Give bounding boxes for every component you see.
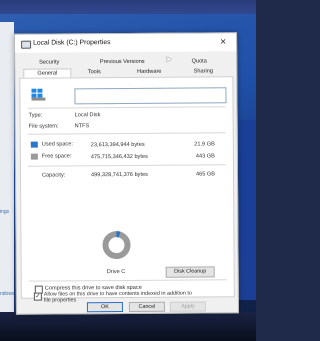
- apply-button[interactable]: Apply: [169, 301, 206, 312]
- free-space-size: 443 GB: [195, 153, 215, 160]
- general-tab-panel: Type: Local Disk File system: NTFS Used …: [19, 76, 235, 299]
- free-space-label: Free space:: [41, 153, 72, 160]
- type-label: Type:: [28, 112, 43, 119]
- divider: [27, 132, 226, 135]
- disk-usage-donut: [102, 231, 131, 260]
- divider: [28, 279, 227, 282]
- type-value: Local Disk: [74, 112, 101, 119]
- drive-name-input[interactable]: [74, 87, 227, 105]
- used-space-size: 21.9 GB: [194, 141, 215, 148]
- window-title: Local Disk (C:) Properties: [33, 39, 111, 47]
- capacity-bytes: 499,328,741,376 bytes: [90, 171, 148, 179]
- background-explorer-window: ings ndows: [0, 22, 14, 340]
- ok-button[interactable]: OK: [86, 302, 123, 313]
- free-space-swatch: [30, 153, 38, 160]
- background-text: ndows: [0, 291, 15, 297]
- index-label-line2: file properties: [43, 297, 77, 304]
- capacity-size: 465 GB: [196, 171, 216, 178]
- tab-sharing[interactable]: Sharing: [181, 67, 225, 76]
- close-button[interactable]: ✕: [218, 37, 228, 47]
- free-space-bytes: 475,715,346,432 bytes: [90, 153, 148, 161]
- tab-previous-versions[interactable]: Previous Versions: [91, 58, 153, 67]
- capacity-label: Capacity:: [41, 172, 66, 179]
- properties-dialog: Local Disk (C:) Properties ✕ ➤ Security …: [14, 32, 239, 315]
- tab-quota[interactable]: Quota: [181, 57, 217, 66]
- used-space-bytes: 23,613,394,944 bytes: [90, 141, 145, 149]
- divider: [27, 106, 226, 109]
- index-checkbox[interactable]: ✓: [33, 292, 42, 301]
- divider: [27, 164, 226, 167]
- monitor-bezel-top: [0, 0, 256, 14]
- disk-cleanup-button[interactable]: Disk Cleanup: [165, 266, 215, 278]
- tab-tools[interactable]: Tools: [73, 68, 115, 77]
- title-bar[interactable]: Local Disk (C:) Properties ✕: [15, 33, 237, 53]
- file-system-value: NTFS: [74, 123, 90, 130]
- drive-label: Drive C: [106, 269, 126, 276]
- background-window-edge: [239, 120, 256, 300]
- used-space-label: Used space:: [41, 141, 73, 148]
- local-disk-icon: [31, 88, 46, 101]
- drive-icon: [21, 40, 32, 49]
- background-text: ings: [0, 209, 10, 215]
- tab-security[interactable]: Security: [29, 58, 69, 67]
- free-space-ring: [102, 231, 131, 260]
- file-system-label: File system:: [28, 123, 59, 130]
- monitor-bezel-bottom: [0, 312, 256, 341]
- cancel-button[interactable]: Cancel: [128, 301, 165, 312]
- used-space-swatch: [30, 141, 38, 148]
- tab-hardware[interactable]: Hardware: [123, 68, 175, 77]
